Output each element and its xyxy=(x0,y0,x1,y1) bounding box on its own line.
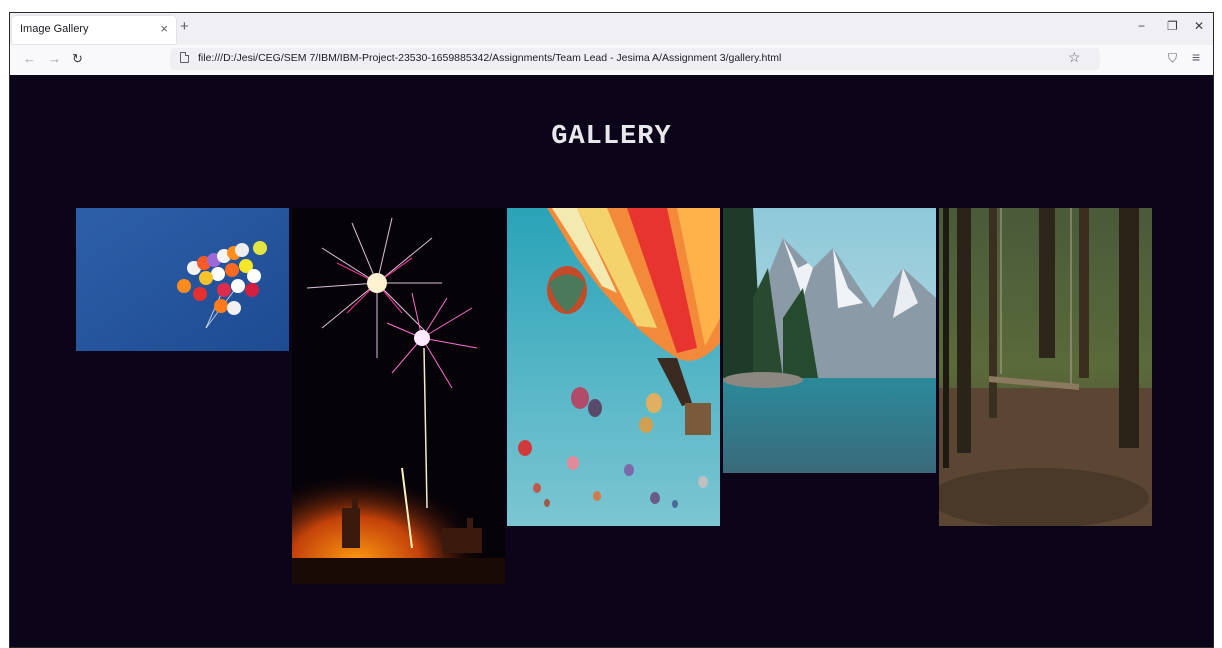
tab-close-icon[interactable]: × xyxy=(160,21,168,36)
page-viewport: GALLERY xyxy=(10,75,1213,647)
reload-icon[interactable]: ↻ xyxy=(72,51,83,67)
menu-icon[interactable]: ≡ xyxy=(1192,49,1200,65)
url-text[interactable]: file:///D:/Jesi/CEG/SEM 7/IBM/IBM-Projec… xyxy=(198,52,781,64)
url-bar[interactable]: file:///D:/Jesi/CEG/SEM 7/IBM/IBM-Projec… xyxy=(170,48,1100,70)
page-icon xyxy=(180,52,189,63)
bookmark-star-icon[interactable]: ☆ xyxy=(1068,49,1081,66)
forward-icon[interactable]: → xyxy=(48,51,61,66)
gallery-image-balloons[interactable] xyxy=(76,208,289,351)
pocket-icon[interactable]: ⛉ xyxy=(1168,51,1177,66)
gallery-image-hot-air-balloons[interactable] xyxy=(507,208,720,526)
gallery-image-forest-swing[interactable] xyxy=(939,208,1152,526)
tab-image-gallery[interactable]: Image Gallery × xyxy=(12,16,176,44)
new-tab-button[interactable]: + xyxy=(180,18,189,35)
close-window-button[interactable]: ✕ xyxy=(1194,19,1204,33)
gallery-image-mountain-lake[interactable] xyxy=(723,208,936,473)
tab-title: Image Gallery xyxy=(20,23,89,35)
minimize-button[interactable]: − xyxy=(1138,19,1145,33)
navigation-bar: ← → ↻ file:///D:/Jesi/CEG/SEM 7/IBM/IBM-… xyxy=(10,45,1213,76)
gallery-image-fireworks[interactable] xyxy=(292,208,505,584)
restore-button[interactable]: ❐ xyxy=(1167,19,1178,33)
back-icon[interactable]: ← xyxy=(23,51,36,66)
page-title: GALLERY xyxy=(551,122,672,152)
tab-strip: Image Gallery × + − ❐ ✕ xyxy=(10,13,1213,45)
browser-window: Image Gallery × + − ❐ ✕ ← → ↻ file:///D:… xyxy=(9,12,1214,648)
